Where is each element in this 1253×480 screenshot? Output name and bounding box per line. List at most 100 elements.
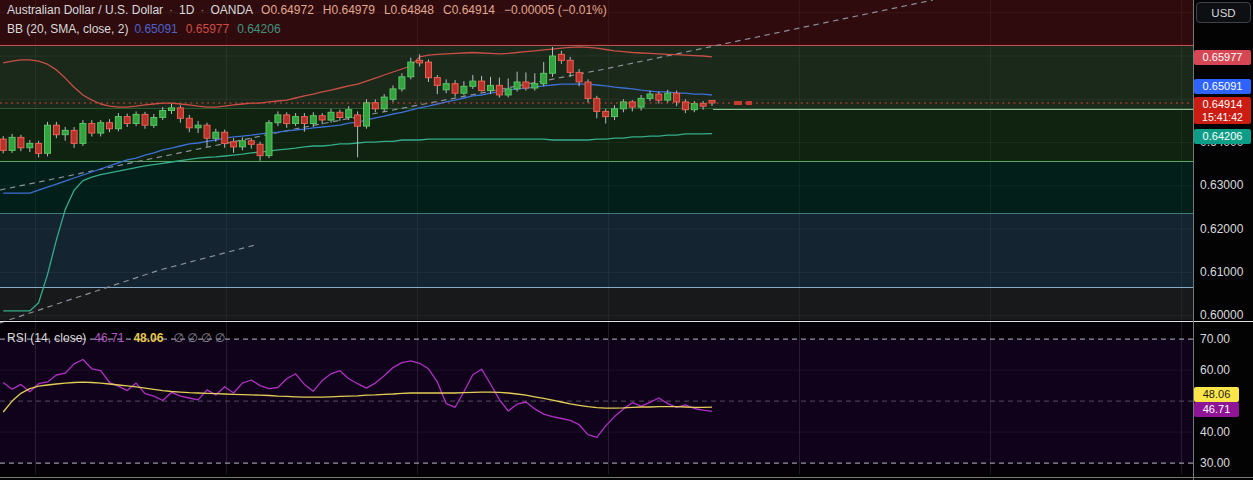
rsi-ma-badge: 48.06 bbox=[1194, 387, 1239, 402]
price-zone-band bbox=[0, 287, 1193, 320]
rsi-indicator-header: RSI (14, close)46.7148.06∅ ∅ ∅ ∅ bbox=[7, 331, 225, 345]
price-zone-band bbox=[0, 160, 1193, 213]
rsi-label[interactable]: RSI (14, close) bbox=[7, 331, 86, 345]
candle-body bbox=[319, 116, 325, 120]
candle-body bbox=[603, 111, 609, 116]
rsi-value: 46.71 bbox=[94, 331, 124, 345]
candle-body bbox=[346, 110, 352, 118]
interval-sep2: · bbox=[200, 3, 204, 17]
candle-body bbox=[222, 132, 228, 143]
candle-body bbox=[399, 77, 405, 89]
candle-body bbox=[293, 117, 299, 124]
candle-body bbox=[151, 118, 157, 126]
candle-body bbox=[328, 112, 334, 120]
candle-body bbox=[124, 117, 130, 124]
candle-body bbox=[558, 54, 564, 60]
candle-body bbox=[355, 115, 361, 126]
candle-body bbox=[691, 104, 697, 110]
last-price-marker2 bbox=[746, 101, 752, 105]
candle-body bbox=[0, 139, 6, 150]
candle-body bbox=[337, 112, 343, 117]
candle-body bbox=[612, 109, 618, 117]
candle-body bbox=[541, 73, 547, 83]
candle-body bbox=[107, 123, 113, 129]
candle-body bbox=[284, 115, 290, 124]
candle-body bbox=[275, 115, 281, 123]
candle-body bbox=[239, 141, 245, 147]
ohlc-high: H0.64979 bbox=[323, 3, 375, 17]
currency-toggle-button[interactable]: USD bbox=[1196, 2, 1251, 23]
candle-body bbox=[594, 98, 600, 111]
candle-body bbox=[532, 84, 538, 88]
candle-body bbox=[160, 111, 166, 118]
candle-body bbox=[45, 125, 51, 153]
rsi-axis-label: 60.00 bbox=[1200, 363, 1230, 377]
candle-body bbox=[426, 62, 432, 78]
candle-body bbox=[656, 94, 662, 100]
candle-body bbox=[514, 82, 520, 89]
candle-body bbox=[213, 132, 219, 138]
candle-body bbox=[700, 104, 706, 107]
interval-label[interactable]: 1D bbox=[179, 3, 194, 17]
candle-body bbox=[434, 78, 440, 86]
price-axis-label: 0.60000 bbox=[1200, 308, 1243, 322]
candle-body bbox=[364, 103, 370, 126]
candle-body bbox=[98, 123, 104, 133]
rsi-axis-label: 70.00 bbox=[1200, 332, 1230, 346]
candle-body bbox=[36, 143, 42, 153]
bb-lower-badge: 0.64206 bbox=[1194, 129, 1251, 144]
candle-body bbox=[390, 89, 396, 99]
candle-body bbox=[62, 130, 68, 134]
candle-body bbox=[266, 123, 272, 156]
candle-body bbox=[115, 117, 121, 129]
last-price-badge: 0.6491415:41:42 bbox=[1194, 97, 1251, 124]
candle-body bbox=[18, 137, 24, 147]
rsi-ma-value: 48.06 bbox=[133, 331, 163, 345]
price-axis-label: 0.63000 bbox=[1200, 178, 1243, 192]
candle-body bbox=[452, 84, 458, 94]
candle-body bbox=[443, 84, 449, 90]
candle-body bbox=[479, 81, 485, 91]
candle-body bbox=[372, 103, 378, 109]
candle-body bbox=[248, 141, 254, 145]
price-zone-band bbox=[0, 213, 1193, 287]
candle-body bbox=[620, 102, 626, 109]
candle-body bbox=[301, 117, 307, 124]
chart-window: Australian Dollar / U.S. Dollar · 1D · OANDA… bbox=[0, 0, 1253, 480]
candle-body bbox=[177, 108, 183, 118]
candle-body bbox=[576, 72, 582, 82]
candle-body bbox=[27, 143, 33, 147]
main-chart-svg[interactable] bbox=[0, 0, 1253, 480]
candle-body bbox=[53, 125, 59, 135]
candle-body bbox=[665, 93, 671, 100]
candle-body bbox=[186, 118, 192, 128]
candle-body bbox=[417, 60, 423, 63]
ohlc-open: O0.64972 bbox=[261, 3, 314, 17]
candle-body bbox=[71, 130, 77, 143]
bb-lower-value: 0.64206 bbox=[237, 22, 280, 36]
candle-body bbox=[647, 94, 653, 98]
candle-body bbox=[674, 93, 680, 102]
ohlc-close: C0.64914 bbox=[443, 3, 495, 17]
candle-body bbox=[204, 125, 210, 138]
last-price-marker bbox=[734, 101, 742, 105]
exchange-label[interactable]: OANDA bbox=[210, 3, 253, 17]
price-axis-label: 0.61000 bbox=[1200, 265, 1243, 279]
bb-indicator-header: BB (20, SMA, close, 2)0.650910.659770.64… bbox=[7, 22, 281, 36]
candle-body bbox=[142, 114, 148, 125]
candle-body bbox=[523, 82, 529, 88]
bb-label[interactable]: BB (20, SMA, close, 2) bbox=[7, 22, 128, 36]
candle-body bbox=[585, 82, 591, 98]
symbol-header: Australian Dollar / U.S. Dollar · 1D · OANDA… bbox=[7, 3, 607, 17]
candle-body bbox=[257, 144, 263, 155]
interval-sep1: · bbox=[169, 3, 173, 17]
candle-body bbox=[80, 124, 86, 144]
bb-basis-value: 0.65091 bbox=[134, 22, 177, 36]
ohlc-low: L0.64848 bbox=[384, 3, 434, 17]
candle-body bbox=[9, 137, 15, 150]
candle-body bbox=[461, 86, 467, 93]
bb-upper-badge: 0.65977 bbox=[1194, 50, 1251, 65]
rsi-value-badge: 46.71 bbox=[1194, 402, 1239, 417]
symbol-title[interactable]: Australian Dollar / U.S. Dollar bbox=[7, 3, 163, 17]
candle-body bbox=[505, 89, 511, 95]
